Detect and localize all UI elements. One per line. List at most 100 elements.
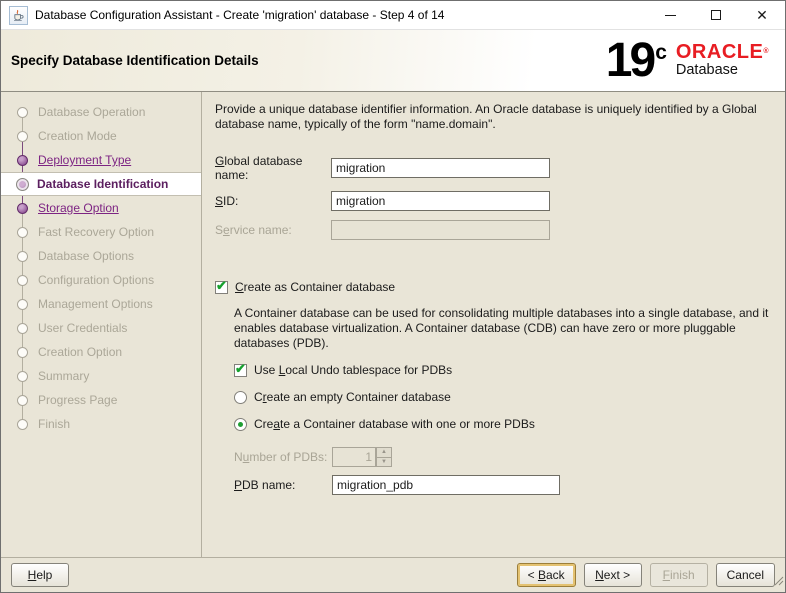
sidebar-item-fast-recovery-option: Fast Recovery Option [1,220,201,244]
empty-cdb-label: Create an empty Container database [254,390,451,404]
step-marker-icon [17,299,28,310]
create-cdb-label: Create as Container database [235,280,395,294]
step-marker-icon [17,131,28,142]
label-text: Cre [254,417,273,431]
minimize-button[interactable] [647,1,693,29]
global-db-name-label: Global database name: [215,154,331,182]
label-text: F [663,568,670,582]
step-label: Database Options [38,249,134,263]
step-label: Creation Mode [38,129,117,143]
num-pdbs-row: Number of PDBs: ▲ ▼ [234,447,781,467]
sidebar-item-creation-option: Creation Option [1,340,201,364]
sidebar-item-management-options: Management Options [1,292,201,316]
step-marker-icon [17,395,28,406]
maximize-button[interactable] [693,1,739,29]
label-text: ext > [604,568,630,582]
num-pdbs-input [332,447,376,467]
label-text: ack [546,568,565,582]
label-text: rvice name: [230,223,292,237]
window-controls: ✕ [647,1,785,29]
close-icon: ✕ [756,8,768,22]
num-pdbs-spinner: ▲ ▼ [332,447,392,467]
step-label: Progress Page [38,393,117,407]
sidebar-item-summary: Summary [1,364,201,388]
cdb-with-pdbs-radio-row: Create a Container database with one or … [234,417,781,431]
brand-text: ORACLE [676,41,763,63]
step-marker-icon [17,227,28,238]
create-cdb-checkbox[interactable]: ✔ [215,281,228,294]
label-text: Cancel [727,568,764,582]
step-label: Storage Option [38,201,119,215]
logo-wordmark: ORACLE® Database [676,43,769,78]
step-label: Configuration Options [38,273,154,287]
step-label: User Credentials [38,321,127,335]
step-label: Fast Recovery Option [38,225,154,239]
pdb-name-label: PDB name: [234,478,332,492]
label-text: S [215,223,223,237]
step-marker-icon [17,419,28,430]
label-text: DB name: [242,478,295,492]
sidebar-item-storage-option[interactable]: Storage Option [1,196,201,220]
cancel-button[interactable]: Cancel [716,563,775,587]
step-label: Creation Option [38,345,122,359]
wizard-steps-sidebar: Database Operation Creation Mode Deploym… [1,92,202,557]
step-marker-icon [17,323,28,334]
pdb-name-row: PDB name: [234,475,781,495]
label-text: Use [254,363,279,377]
sidebar-item-database-operation: Database Operation [1,100,201,124]
step-marker-icon [16,178,29,191]
label-text: < [528,568,538,582]
empty-cdb-radio[interactable] [234,391,247,404]
minimize-icon [665,15,676,16]
local-undo-row: ✔ Use Local Undo tablespace for PDBs [234,363,781,377]
local-undo-checkbox[interactable]: ✔ [234,364,247,377]
step-label: Database Operation [38,105,145,119]
sidebar-item-progress-page: Progress Page [1,388,201,412]
pdb-name-input[interactable] [332,475,560,495]
window-title: Database Configuration Assistant - Creat… [35,8,647,22]
label-text: mber of PDBs: [249,450,327,464]
step-label: Deployment Type [38,153,131,167]
empty-cdb-radio-row: Create an empty Container database [234,390,781,404]
step-marker-icon [17,107,28,118]
java-coffee-cup-icon [9,6,28,25]
label-text: inish [670,568,695,582]
sid-label: SID: [215,194,331,208]
nav-buttons: < Back Next > Finish Cancel [517,563,775,587]
check-icon: ✔ [216,279,227,292]
sid-row: SID: [215,191,781,211]
intro-text: Provide a unique database identifier inf… [215,102,781,132]
label-text: S [215,194,223,208]
help-button[interactable]: Help [11,563,69,587]
step-label: Summary [38,369,89,383]
back-button[interactable]: < Back [517,563,576,587]
step-marker-icon [17,347,28,358]
label-text: C [254,390,263,404]
next-button[interactable]: Next > [584,563,642,587]
logo-edition: c [655,41,667,65]
resize-grip[interactable] [772,573,784,591]
sidebar-item-database-identification: Database Identification [1,172,201,196]
check-icon: ✔ [235,362,246,375]
service-name-row: Service name: [215,220,781,240]
label-text: P [234,478,242,492]
sidebar-item-finish: Finish [1,412,201,436]
logo-version: 19 [606,39,653,83]
label-text: e [223,223,230,237]
global-db-name-input[interactable] [331,158,550,178]
cdb-with-pdbs-label: Create a Container database with one or … [254,417,535,431]
sidebar-item-user-credentials: User Credentials [1,316,201,340]
label-text: C [235,280,244,294]
maximize-icon [711,10,721,20]
cdb-with-pdbs-radio[interactable] [234,418,247,431]
sidebar-item-database-options: Database Options [1,244,201,268]
close-button[interactable]: ✕ [739,1,785,29]
service-name-input [331,220,550,240]
label-text: N [595,568,604,582]
main-panel: Provide a unique database identifier inf… [202,92,786,557]
sid-input[interactable] [331,191,550,211]
label-text: B [538,568,546,582]
sidebar-item-deployment-type[interactable]: Deployment Type [1,148,201,172]
product-name: Database [676,62,769,78]
registered-mark: ® [763,48,769,55]
